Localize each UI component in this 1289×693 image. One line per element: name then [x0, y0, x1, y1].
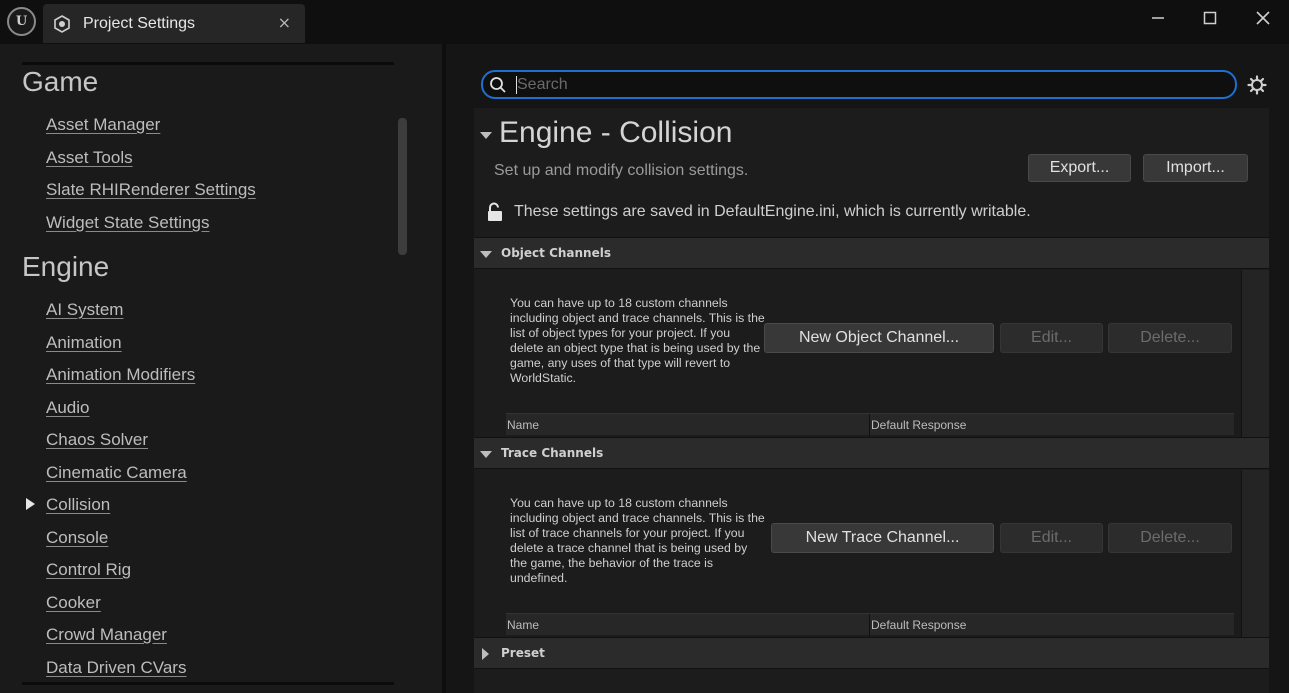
sidebar-item-console[interactable]: Console [46, 528, 108, 548]
sidebar-item-animation-modifiers[interactable]: Animation Modifiers [46, 365, 195, 385]
trace-channels-table-header: Name Default Response [506, 613, 1234, 636]
column-separator[interactable] [869, 414, 870, 436]
export-button[interactable]: Export... [1028, 154, 1131, 182]
expand-preset-icon [482, 648, 489, 660]
sidebar-bottom-divider [22, 682, 394, 685]
sidebar-item-animation[interactable]: Animation [46, 333, 122, 353]
title-bar: U Project Settings × [0, 0, 1289, 44]
sidebar-heading-game: Game [22, 66, 99, 97]
sidebar-item-chaos-solver[interactable]: Chaos Solver [46, 430, 148, 450]
sidebar-top-divider [22, 62, 394, 65]
sidebar-heading-engine: Engine [22, 251, 110, 282]
trace-channels-help: You can have up to 18 custom channels in… [510, 496, 765, 585]
sidebar-item-widget-state-settings[interactable]: Widget State Settings [46, 213, 209, 233]
sidebar-item-audio[interactable]: Audio [46, 398, 89, 418]
sidebar-scrollbar[interactable] [398, 118, 407, 255]
sidebar-item-control-rig[interactable]: Control Rig [46, 560, 131, 580]
sidebar-item-data-driven-cvars[interactable]: Data Driven CVars [46, 658, 186, 678]
minimize-icon[interactable] [1146, 6, 1170, 30]
maximize-icon[interactable] [1198, 6, 1222, 30]
search-icon [490, 77, 506, 93]
config-status-text: These settings are saved in DefaultEngin… [514, 203, 1031, 220]
sidebar-item-collision[interactable]: Collision [46, 495, 110, 515]
collapse-object-channels-icon [480, 251, 492, 258]
tab-title: Project Settings [83, 15, 196, 32]
sidebar-item-cooker[interactable]: Cooker [46, 593, 101, 613]
tab-close-icon[interactable]: × [278, 13, 291, 32]
selected-arrow-icon [26, 498, 35, 510]
settings-main-panel: Engine - Collision Set up and modify col… [446, 44, 1289, 693]
sidebar-item-cinematic-camera[interactable]: Cinematic Camera [46, 463, 187, 483]
column-separator[interactable] [869, 614, 870, 636]
search-input[interactable] [517, 75, 1217, 95]
object-channels-right-column [1241, 270, 1269, 437]
trace-channels-right-column [1241, 470, 1269, 637]
delete-object-channel-button[interactable]: Delete... [1108, 323, 1232, 353]
sidebar-item-crowd-manager[interactable]: Crowd Manager [46, 625, 167, 645]
object-channels-label: Object Channels [501, 246, 611, 260]
column-default-response-header: Default Response [871, 618, 967, 632]
column-name-header: Name [507, 418, 540, 432]
object-channels-help: You can have up to 18 custom channels in… [510, 296, 765, 385]
trace-channels-label: Trace Channels [501, 446, 604, 460]
settings-sidebar: Game Asset Manager Asset Tools Slate RHI… [0, 44, 442, 693]
page-title: Engine - Collision [499, 116, 733, 149]
page-description: Set up and modify collision settings. [494, 162, 749, 179]
unreal-logo-icon[interactable]: U [7, 7, 36, 36]
collapse-trace-channels-icon [480, 451, 492, 458]
settings-cube-icon [54, 15, 70, 33]
edit-object-channel-button[interactable]: Edit... [1000, 323, 1103, 353]
preset-label: Preset [501, 646, 545, 660]
edit-trace-channel-button[interactable]: Edit... [1000, 523, 1103, 553]
new-object-channel-button[interactable]: New Object Channel... [764, 323, 994, 353]
column-name-header: Name [507, 618, 540, 632]
unlocked-icon [488, 202, 502, 221]
object-channels-header[interactable]: Object Channels [474, 237, 1269, 269]
close-icon[interactable] [1251, 6, 1275, 30]
gear-icon[interactable] [1247, 75, 1267, 95]
collision-settings-content: Engine - Collision Set up and modify col… [474, 108, 1269, 693]
preset-header[interactable]: Preset [474, 637, 1269, 669]
import-button[interactable]: Import... [1143, 154, 1248, 182]
object-channels-table-header: Name Default Response [506, 413, 1234, 436]
sidebar-item-asset-manager[interactable]: Asset Manager [46, 115, 160, 135]
new-trace-channel-button[interactable]: New Trace Channel... [771, 523, 994, 553]
delete-trace-channel-button[interactable]: Delete... [1108, 523, 1232, 553]
search-box[interactable] [481, 70, 1237, 99]
column-default-response-header: Default Response [871, 418, 967, 432]
sidebar-item-ai-system[interactable]: AI System [46, 300, 123, 320]
sidebar-item-slate-rhirenderer-settings[interactable]: Slate RHIRenderer Settings [46, 180, 256, 200]
object-channels-body: You can have up to 18 custom channels in… [474, 270, 1269, 437]
collapse-section-icon[interactable] [480, 132, 492, 139]
tab-project-settings[interactable]: Project Settings × [43, 4, 305, 43]
sidebar-item-asset-tools[interactable]: Asset Tools [46, 148, 133, 168]
trace-channels-header[interactable]: Trace Channels [474, 437, 1269, 469]
trace-channels-body: You can have up to 18 custom channels in… [474, 470, 1269, 637]
